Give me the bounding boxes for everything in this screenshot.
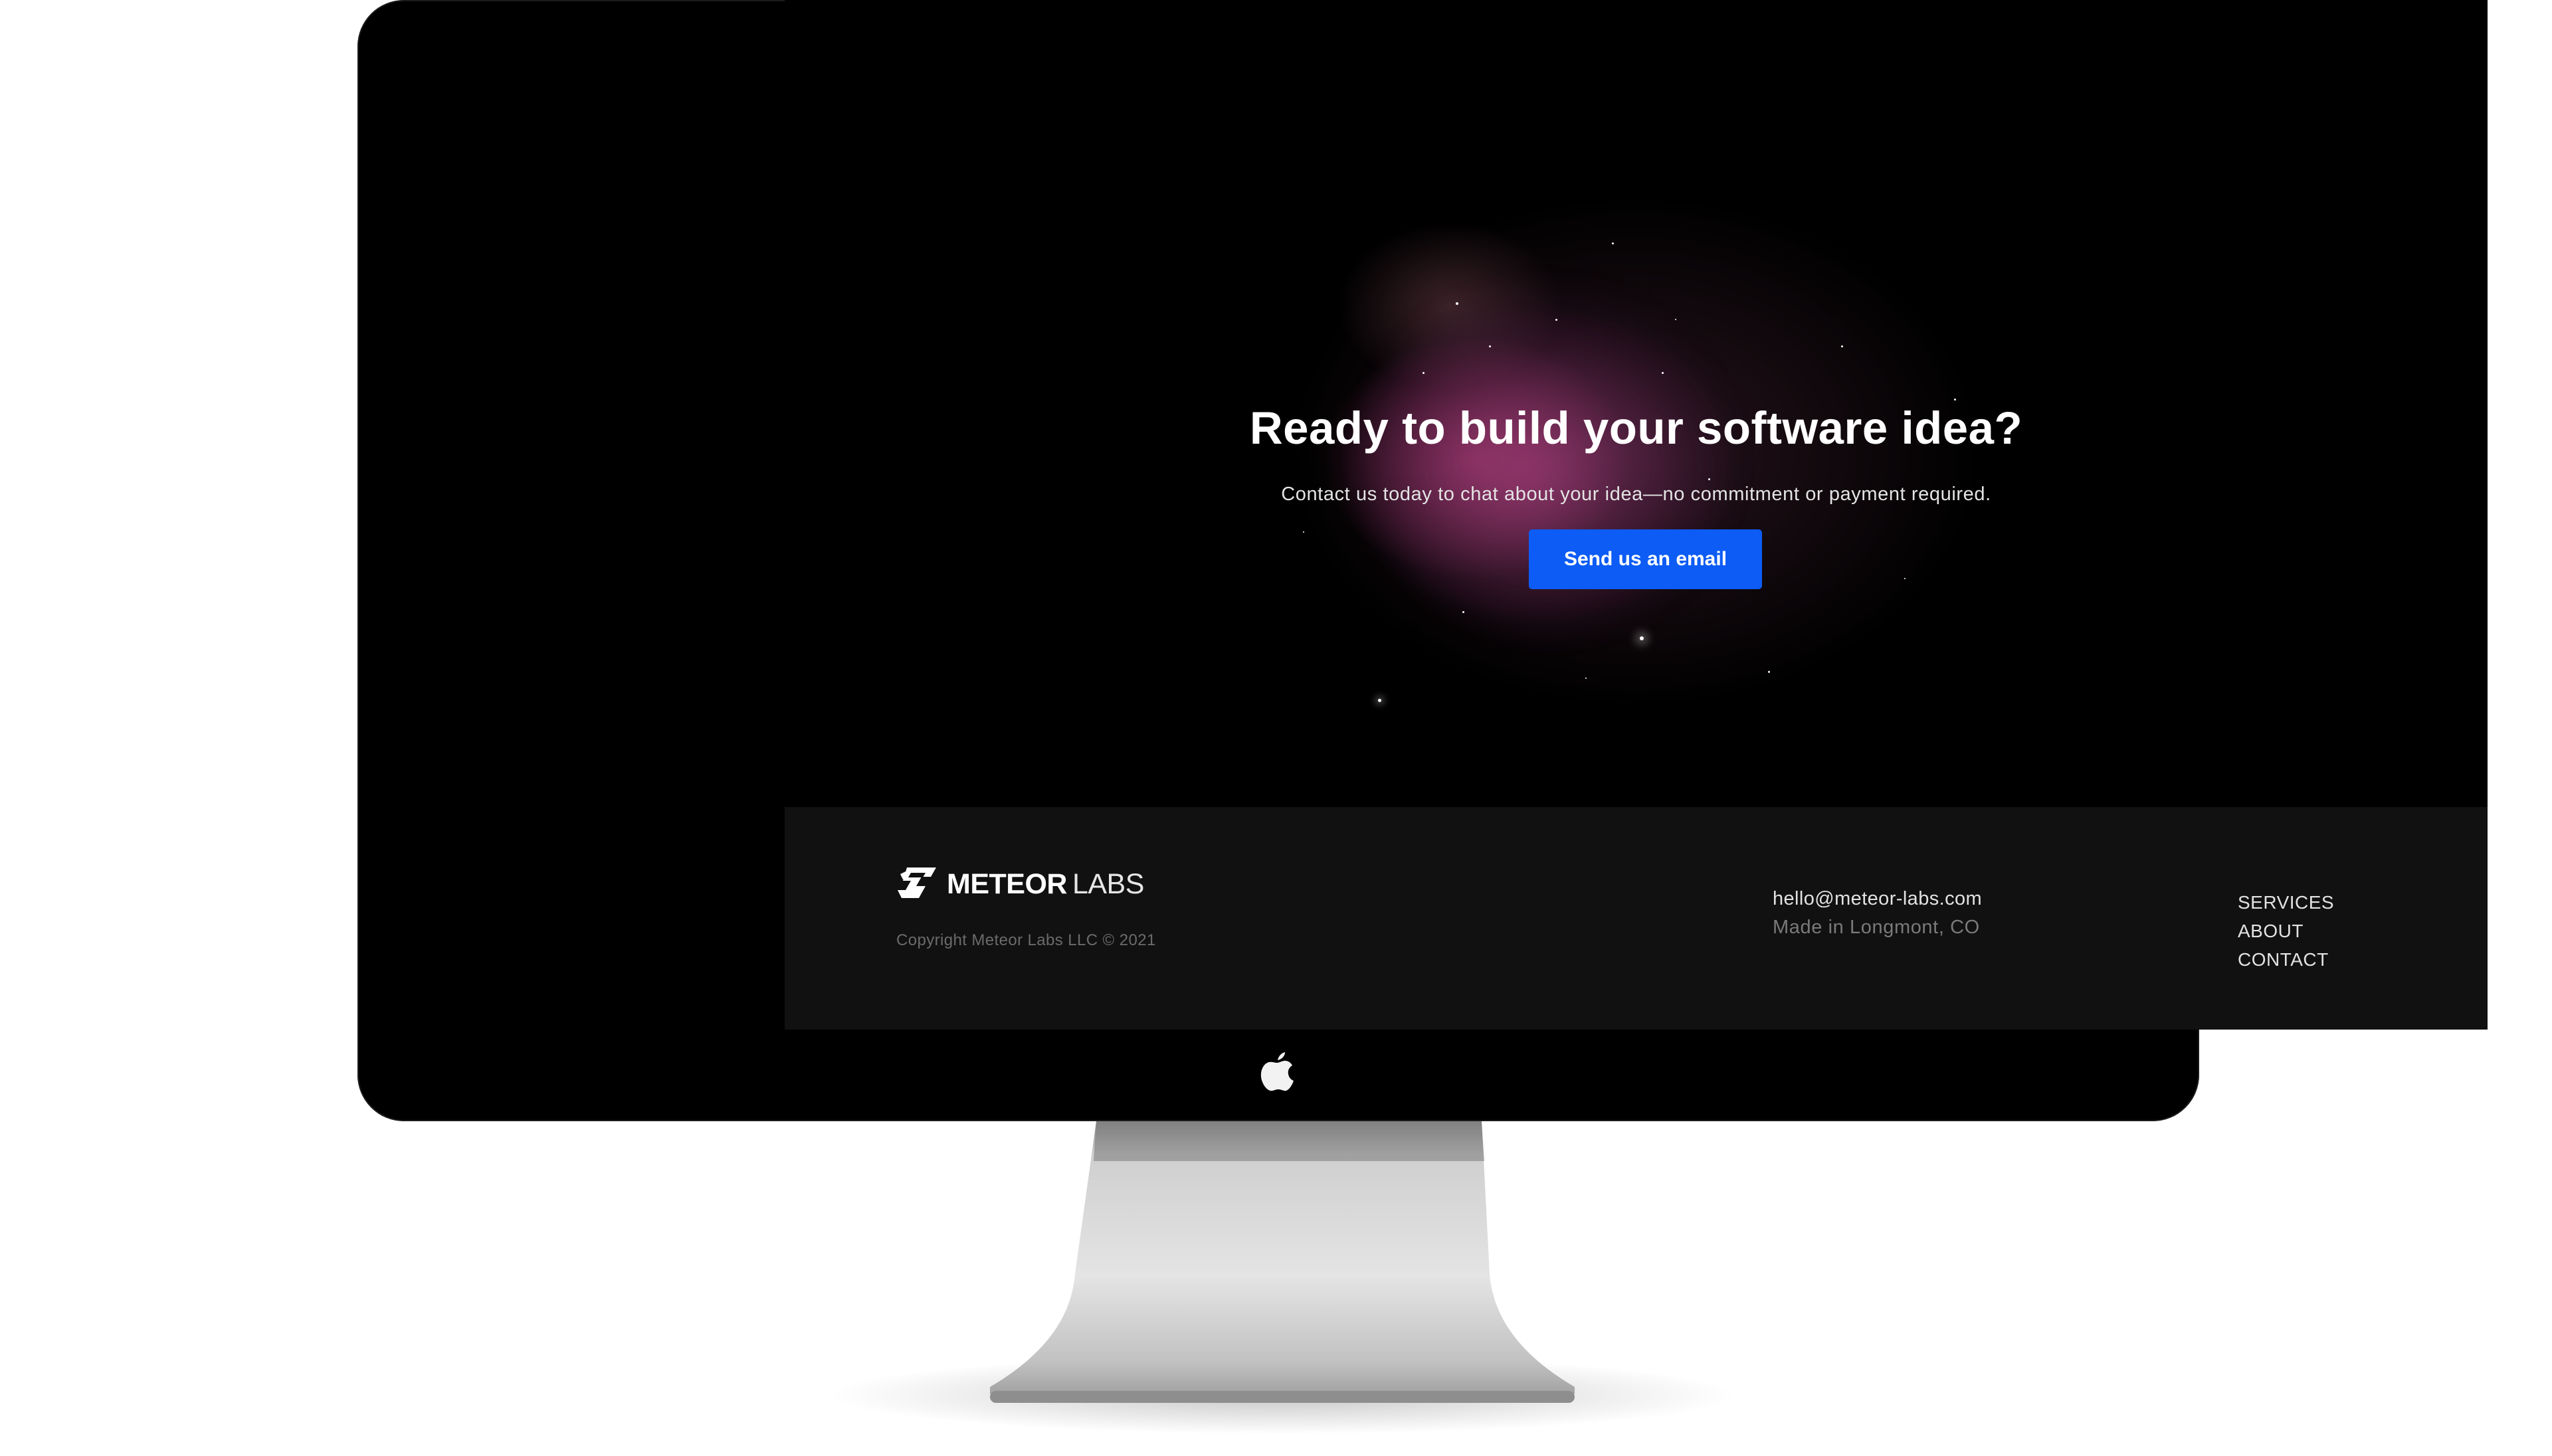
apple-icon [1260,1052,1294,1091]
hero-title: Ready to build your software idea? [1249,403,2023,454]
contact-email-link[interactable]: hello@meteor-labs.com [1773,888,1982,910]
footer-nav-contact[interactable]: CONTACT [2238,945,2334,974]
footer-nav-services[interactable]: SERVICES [2238,888,2334,917]
site-footer: METEOR LABS Copyright Meteor Labs LLC © … [785,807,2488,1030]
brand-primary-text: METEOR [947,867,1067,900]
meteor-labs-logo-icon [898,867,936,898]
footer-nav: SERVICES ABOUT CONTACT [2238,888,2334,974]
meteor-labs-logo[interactable]: METEOR LABS [896,864,1144,904]
brand-secondary-text: LABS [1072,867,1144,900]
copyright-text: Copyright Meteor Labs LLC © 2021 [896,931,1156,949]
location-text: Made in Longmont, CO [1773,917,1980,938]
footer-nav-about[interactable]: ABOUT [2238,917,2334,945]
browser-viewport: Ready to build your software idea? Conta… [785,0,2488,1030]
hero-section: Ready to build your software idea? Conta… [785,0,2488,807]
device-mockup: Ready to build your software idea? Conta… [0,0,2552,1456]
send-email-button[interactable]: Send us an email [1529,529,1762,589]
monitor-stand [990,1121,1575,1403]
monitor-bezel: Ready to build your software idea? Conta… [357,0,2488,1121]
hero-content: Ready to build your software idea? Conta… [785,0,2488,807]
hero-subtitle: Contact us today to chat about your idea… [1281,484,1991,505]
